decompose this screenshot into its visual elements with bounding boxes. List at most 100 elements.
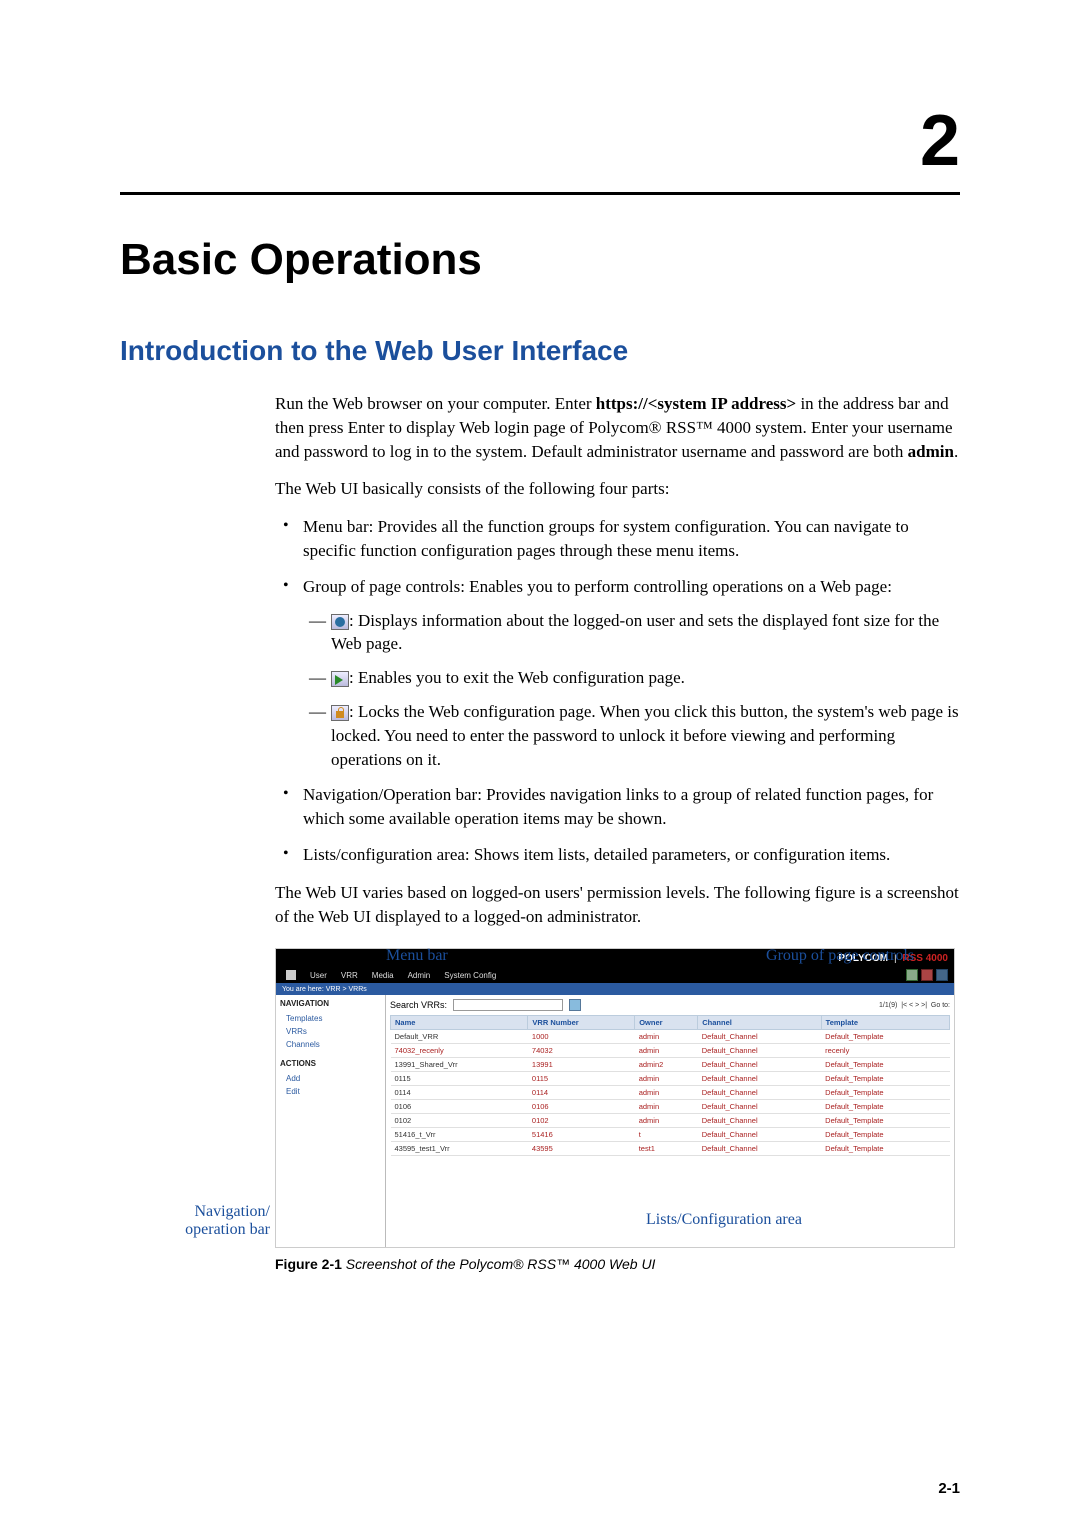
search-input[interactable]	[453, 999, 563, 1011]
table-cell: Default_Template	[821, 1100, 949, 1114]
sidebar-action-add[interactable]: Add	[280, 1072, 381, 1085]
table-cell: 43595	[528, 1142, 635, 1156]
table-cell: 0114	[528, 1086, 635, 1100]
table-cell: Default_Channel	[698, 1128, 821, 1142]
menu-admin[interactable]: Admin	[408, 971, 431, 980]
table-cell: 0102	[528, 1114, 635, 1128]
table-row[interactable]: 43595_test1_Vrr43595test1Default_Channel…	[391, 1142, 950, 1156]
chapter-number: 2	[120, 100, 960, 182]
logo-rss: RSS 4000	[902, 953, 948, 964]
table-row[interactable]: 01060106adminDefault_ChannelDefault_Temp…	[391, 1100, 950, 1114]
nav-header: NAVIGATION	[280, 999, 381, 1008]
th-template[interactable]: Template	[821, 1016, 949, 1030]
table-row[interactable]: 01020102adminDefault_ChannelDefault_Temp…	[391, 1114, 950, 1128]
figure-label: Figure 2-1	[275, 1256, 342, 1272]
menu-user[interactable]: User	[310, 971, 327, 980]
bullet-item-3: Navigation/Operation bar: Provides navig…	[275, 783, 960, 831]
menu-vrr[interactable]: VRR	[341, 971, 358, 980]
pager: 1/1(9) |< < > >| Go to:	[879, 1002, 950, 1009]
menu-media[interactable]: Media	[372, 971, 394, 980]
user-info-icon	[331, 614, 349, 630]
table-cell: 51416_t_Vrr	[391, 1128, 528, 1142]
pager-count: 1/1(9)	[879, 1002, 897, 1009]
th-owner[interactable]: Owner	[635, 1016, 698, 1030]
table-cell: recenly	[821, 1044, 949, 1058]
table-cell: 0102	[391, 1114, 528, 1128]
bullet2-text: Group of page controls: Enables you to p…	[303, 577, 892, 596]
control-lock-icon[interactable]	[936, 969, 948, 981]
table-row[interactable]: Default_VRR1000adminDefault_ChannelDefau…	[391, 1030, 950, 1044]
ui-menubar: User VRR Media Admin System Config	[276, 967, 954, 983]
closing-paragraph: The Web UI varies based on logged-on use…	[275, 881, 960, 929]
menu-system-config[interactable]: System Config	[444, 971, 496, 980]
table-row[interactable]: 13991_Shared_Vrr13991admin2Default_Chann…	[391, 1058, 950, 1072]
figure-caption: Figure 2-1 Screenshot of the Polycom® RS…	[275, 1256, 960, 1272]
intro-admin-bold: admin	[908, 442, 954, 461]
callout-list: Lists/Configuration area	[646, 1211, 802, 1229]
search-label: Search VRRs:	[390, 1000, 447, 1010]
table-cell: t	[635, 1128, 698, 1142]
table-cell: 1000	[528, 1030, 635, 1044]
sub-bullet-3: : Locks the Web configuration page. When…	[303, 700, 960, 771]
sub-bullet-2: : Enables you to exit the Web configurat…	[303, 666, 960, 690]
page-control-icons	[906, 969, 948, 981]
bullet-item-2: Group of page controls: Enables you to p…	[275, 575, 960, 772]
bullet-list: Menu bar: Provides all the function grou…	[275, 515, 960, 867]
table-cell: admin	[635, 1086, 698, 1100]
table-cell: Default_Channel	[698, 1142, 821, 1156]
body-text: Run the Web browser on your computer. En…	[275, 392, 960, 928]
exit-icon	[331, 671, 349, 687]
page-number: 2-1	[938, 1480, 960, 1497]
intro-text-1c: .	[954, 442, 958, 461]
sidebar-item-channels[interactable]: Channels	[280, 1038, 381, 1051]
logo-separator: |	[894, 953, 896, 963]
table-row[interactable]: 01150115adminDefault_ChannelDefault_Temp…	[391, 1072, 950, 1086]
chapter-title: Basic Operations	[120, 235, 960, 285]
table-row[interactable]: 01140114adminDefault_ChannelDefault_Temp…	[391, 1086, 950, 1100]
table-cell: Default_Template	[821, 1058, 949, 1072]
home-icon[interactable]	[286, 970, 296, 980]
table-cell: 43595_test1_Vrr	[391, 1142, 528, 1156]
table-cell: Default_VRR	[391, 1030, 528, 1044]
callout-navigation: Navigation/ operation bar	[145, 1203, 270, 1238]
sub-bullet-list: : Displays information about the logged-…	[303, 609, 960, 772]
intro-url-bold: https://<system IP address>	[596, 394, 796, 413]
table-cell: Default_Template	[821, 1030, 949, 1044]
lock-icon	[331, 705, 349, 721]
table-cell: Default_Channel	[698, 1044, 821, 1058]
control-user-icon[interactable]	[906, 969, 918, 981]
intro-paragraph-1: Run the Web browser on your computer. En…	[275, 392, 960, 463]
table-cell: 13991_Shared_Vrr	[391, 1058, 528, 1072]
goto-label: Go to:	[931, 1002, 950, 1009]
sidebar-action-edit[interactable]: Edit	[280, 1085, 381, 1098]
table-cell: 0106	[391, 1100, 528, 1114]
table-cell: Default_Channel	[698, 1086, 821, 1100]
table-cell: admin	[635, 1030, 698, 1044]
control-exit-icon[interactable]	[921, 969, 933, 981]
table-cell: Default_Template	[821, 1114, 949, 1128]
th-vrr-number[interactable]: VRR Number	[528, 1016, 635, 1030]
table-cell: 0106	[528, 1100, 635, 1114]
th-name[interactable]: Name	[391, 1016, 528, 1030]
logo-polycom: POLYCOM	[838, 953, 888, 964]
actions-header: ACTIONS	[280, 1059, 381, 1068]
sidebar-item-templates[interactable]: Templates	[280, 1012, 381, 1025]
table-cell: Default_Channel	[698, 1030, 821, 1044]
search-icon[interactable]	[569, 999, 581, 1011]
ui-sidebar: NAVIGATION Templates VRRs Channels ACTIO…	[276, 995, 386, 1247]
ui-topbar: POLYCOM | RSS 4000	[276, 949, 954, 967]
table-row[interactable]: 74032_recenly74032adminDefault_Channelre…	[391, 1044, 950, 1058]
table-cell: Default_Channel	[698, 1072, 821, 1086]
table-cell: 13991	[528, 1058, 635, 1072]
th-channel[interactable]: Channel	[698, 1016, 821, 1030]
sub1-text: : Displays information about the logged-…	[331, 611, 939, 654]
ui-screenshot: Menu bar Group of page controls POLYCOM …	[275, 948, 955, 1248]
sub3-text: : Locks the Web configuration page. When…	[331, 702, 959, 769]
chapter-rule	[120, 192, 960, 195]
table-row[interactable]: 51416_t_Vrr51416tDefault_ChannelDefault_…	[391, 1128, 950, 1142]
table-cell: 0115	[391, 1072, 528, 1086]
sidebar-item-vrrs[interactable]: VRRs	[280, 1025, 381, 1038]
table-cell: Default_Channel	[698, 1100, 821, 1114]
section-title: Introduction to the Web User Interface	[120, 335, 960, 367]
bullet-item-1: Menu bar: Provides all the function grou…	[275, 515, 960, 563]
